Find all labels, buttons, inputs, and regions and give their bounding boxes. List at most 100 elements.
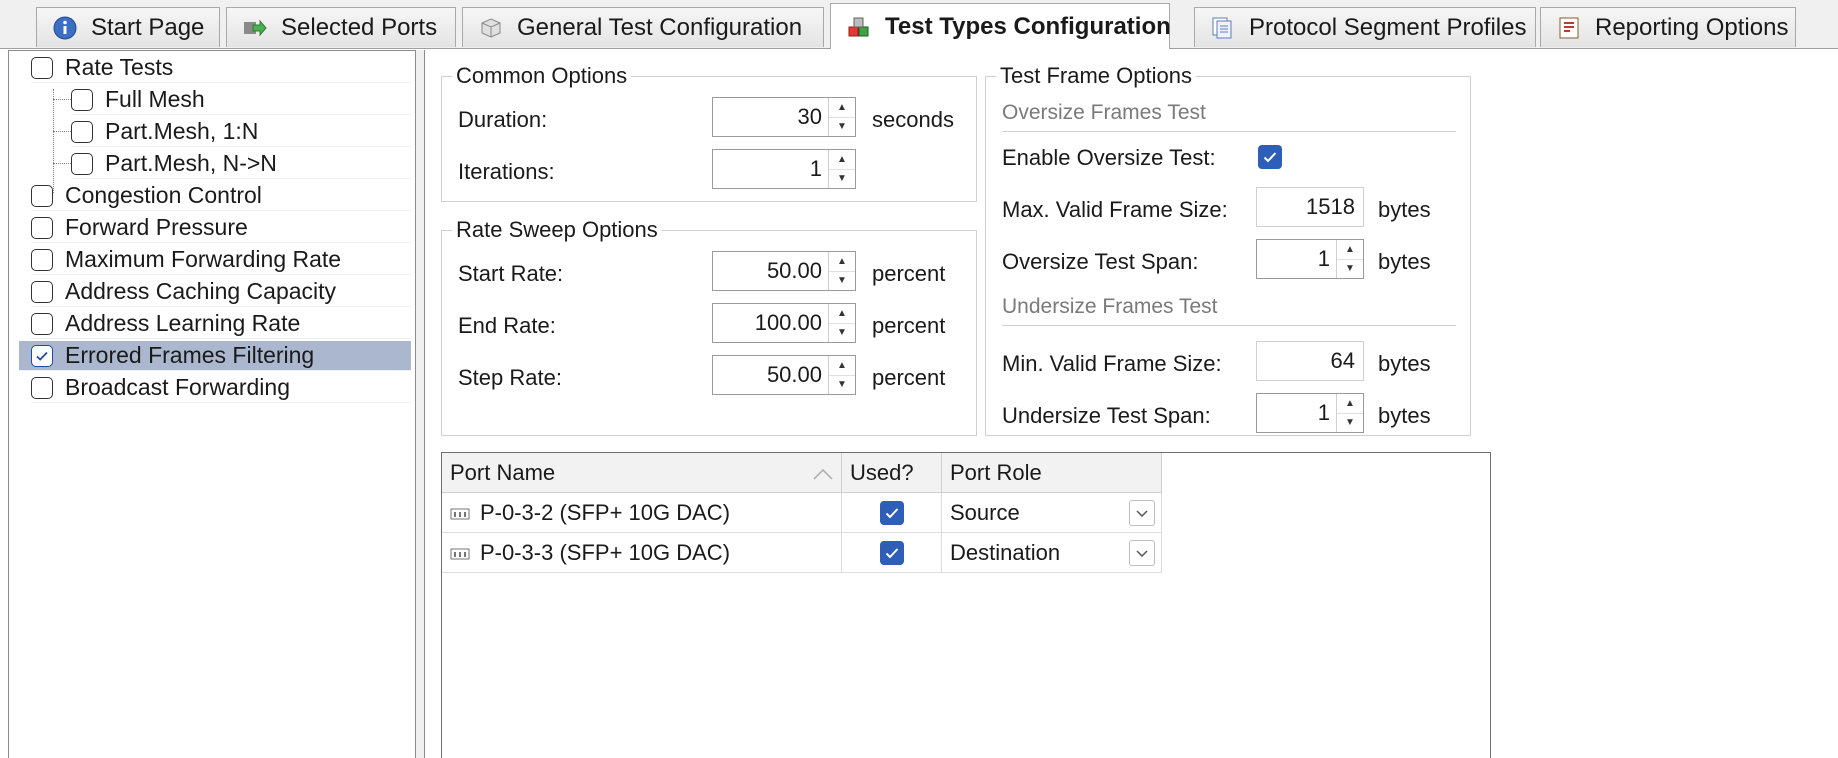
spin-buttons: ▲ ▼: [1336, 394, 1363, 432]
test-types-tree: Rate Tests Full Mesh Part.Mesh, 1:N Part…: [8, 50, 416, 758]
end-rate-stepper[interactable]: 100.00 ▲ ▼: [712, 303, 856, 343]
used-cell[interactable]: [842, 533, 942, 573]
port-name-cell[interactable]: P-0-3-2 (SFP+ 10G DAC): [442, 493, 842, 533]
oversize-test-span-label: Oversize Test Span:: [1002, 249, 1199, 274]
checkbox[interactable]: [71, 120, 93, 143]
checkbox[interactable]: [31, 56, 53, 79]
report-icon: [1557, 16, 1581, 40]
min-valid-frame-size-input[interactable]: 64: [1256, 341, 1364, 381]
spin-up-icon[interactable]: ▲: [829, 304, 855, 324]
tree-item-part-mesh-1-n[interactable]: Part.Mesh, 1:N: [71, 117, 411, 147]
checkbox[interactable]: [31, 312, 53, 335]
column-header-used[interactable]: Used?: [842, 453, 942, 493]
undersize-test-span-stepper[interactable]: 1 ▲ ▼: [1256, 393, 1364, 433]
checkbox[interactable]: [31, 248, 53, 271]
spin-buttons: ▲ ▼: [828, 98, 855, 136]
step-rate-value[interactable]: 50.00: [713, 356, 828, 394]
tab-label: General Test Configuration: [517, 13, 803, 41]
sort-ascending-icon: [813, 453, 833, 493]
column-header-port-role[interactable]: Port Role: [942, 453, 1162, 493]
checkbox[interactable]: [31, 216, 53, 239]
check-icon: [885, 547, 898, 558]
step-rate-label: Step Rate:: [458, 365, 562, 390]
max-valid-frame-size-input[interactable]: 1518: [1256, 187, 1364, 227]
step-rate-stepper[interactable]: 50.00 ▲ ▼: [712, 355, 856, 395]
port-name: P-0-3-2 (SFP+ 10G DAC): [480, 499, 731, 525]
oversize-test-span-value[interactable]: 1: [1257, 240, 1336, 278]
cubes-icon: [847, 15, 871, 39]
spin-up-icon[interactable]: ▲: [829, 150, 855, 170]
spin-down-icon[interactable]: ▼: [829, 118, 855, 137]
used-checkbox[interactable]: [879, 540, 904, 565]
port-role-dropdown[interactable]: Destination: [942, 533, 1162, 573]
tab-start-page[interactable]: Start Page: [36, 7, 220, 47]
spin-up-icon[interactable]: ▲: [829, 252, 855, 272]
group-title: Rate Sweep Options: [452, 217, 662, 243]
spin-up-icon[interactable]: ▲: [829, 356, 855, 376]
tree-item-maximum-forwarding-rate[interactable]: Maximum Forwarding Rate: [31, 245, 411, 275]
used-checkbox[interactable]: [879, 500, 904, 525]
port-role-dropdown[interactable]: Source: [942, 493, 1162, 533]
tree-item-broadcast-forwarding[interactable]: Broadcast Forwarding: [31, 373, 411, 403]
tree-item-rate-tests[interactable]: Rate Tests: [31, 53, 411, 83]
spin-down-icon[interactable]: ▼: [829, 324, 855, 343]
column-header-port-name[interactable]: Port Name: [442, 453, 842, 493]
undersize-test-span-value[interactable]: 1: [1257, 394, 1336, 432]
enable-oversize-checkbox[interactable]: [1258, 145, 1282, 169]
tree-item-part-mesh-n-n[interactable]: Part.Mesh, N->N: [71, 149, 411, 179]
spin-down-icon[interactable]: ▼: [829, 170, 855, 189]
tab-test-types-configuration[interactable]: Test Types Configuration: [830, 3, 1171, 49]
checkbox[interactable]: [31, 376, 53, 399]
tree-item-full-mesh[interactable]: Full Mesh: [71, 85, 411, 115]
checkbox[interactable]: [71, 152, 93, 175]
tree-item-address-learning-rate[interactable]: Address Learning Rate: [31, 309, 411, 339]
tree-item-forward-pressure[interactable]: Forward Pressure: [31, 213, 411, 243]
end-rate-value[interactable]: 100.00: [713, 304, 828, 342]
port-role-value: Source: [950, 499, 1020, 525]
spin-up-icon[interactable]: ▲: [829, 98, 855, 118]
tab-selected-ports[interactable]: Selected Ports: [226, 7, 456, 47]
end-rate-label: End Rate:: [458, 313, 556, 338]
iterations-stepper[interactable]: 1 ▲ ▼: [712, 149, 856, 189]
max-valid-frame-size-label: Max. Valid Frame Size:: [1002, 197, 1228, 222]
tab-protocol-segment-profiles[interactable]: Protocol Segment Profiles: [1194, 7, 1536, 47]
duration-stepper[interactable]: 30 ▲ ▼: [712, 97, 856, 137]
column-header-label: Used?: [850, 460, 914, 485]
used-cell[interactable]: [842, 493, 942, 533]
info-icon: [53, 16, 77, 40]
tree-item-errored-frames-filtering[interactable]: Errored Frames Filtering: [19, 341, 411, 371]
spin-down-icon[interactable]: ▼: [1337, 414, 1363, 433]
oversize-subheading: Oversize Frames Test: [1002, 101, 1206, 124]
start-rate-value[interactable]: 50.00: [713, 252, 828, 290]
tree-item-label: Part.Mesh, N->N: [105, 150, 277, 176]
tree-item-congestion-control[interactable]: Congestion Control: [31, 181, 411, 211]
tab-general-test-configuration[interactable]: General Test Configuration: [462, 7, 824, 47]
duration-value[interactable]: 30: [713, 98, 828, 136]
iterations-value[interactable]: 1: [713, 150, 828, 188]
port-role-value: Destination: [950, 539, 1061, 565]
tab-label: Selected Ports: [281, 13, 438, 41]
start-rate-stepper[interactable]: 50.00 ▲ ▼: [712, 251, 856, 291]
spin-down-icon[interactable]: ▼: [1337, 260, 1363, 279]
oversize-test-span-stepper[interactable]: 1 ▲ ▼: [1256, 239, 1364, 279]
port-name-cell[interactable]: P-0-3-3 (SFP+ 10G DAC): [442, 533, 842, 573]
tree-item-address-caching-capacity[interactable]: Address Caching Capacity: [31, 277, 411, 307]
tab-reporting-options[interactable]: Reporting Options: [1540, 7, 1796, 47]
tree-item-label: Address Caching Capacity: [65, 278, 337, 304]
spin-up-icon[interactable]: ▲: [1337, 394, 1363, 414]
splitter[interactable]: [416, 50, 424, 758]
config-panel: Common Options Duration: 30 ▲ ▼ seconds …: [424, 50, 1838, 758]
checkbox-checked[interactable]: [31, 344, 53, 367]
chevron-down-icon[interactable]: [1129, 500, 1155, 526]
column-header-label: Port Name: [450, 460, 556, 485]
checkbox[interactable]: [31, 184, 53, 207]
checkbox[interactable]: [71, 88, 93, 111]
spin-down-icon[interactable]: ▼: [829, 272, 855, 291]
spin-down-icon[interactable]: ▼: [829, 376, 855, 395]
tab-label: Test Types Configuration: [885, 12, 1171, 40]
checkbox[interactable]: [31, 280, 53, 303]
undersize-subheading: Undersize Frames Test: [1002, 295, 1218, 318]
chevron-down-icon[interactable]: [1129, 540, 1155, 566]
min-valid-frame-size-label: Min. Valid Frame Size:: [1002, 351, 1222, 376]
spin-up-icon[interactable]: ▲: [1337, 240, 1363, 260]
